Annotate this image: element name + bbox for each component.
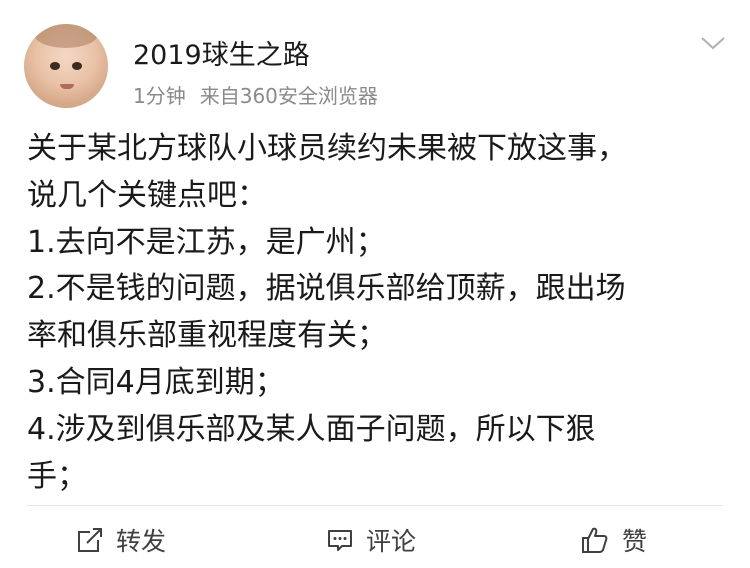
post-header: 2019球生之路 1分钟 来自360安全浏览器 [0, 0, 750, 120]
comment-icon [328, 530, 352, 551]
thumbs-up-icon [582, 527, 608, 553]
chevron-down-icon[interactable] [700, 34, 726, 52]
post-line: 1.去向不是江苏，是广州； [27, 224, 386, 260]
post-line: 4.涉及到俱乐部及某人面子问题，所以下狠 [27, 411, 596, 447]
avatar[interactable] [24, 24, 108, 108]
post-body: 关于某北方球队小球员续约未果被下放这事， 说几个关键点吧： 1.去向不是江苏，是… [27, 126, 727, 500]
post-line: 说几个关键点吧： [27, 177, 267, 213]
post-line: 率和俱乐部重视程度有关； [27, 318, 387, 354]
post-meta: 1分钟 来自360安全浏览器 [133, 80, 378, 109]
post-source: 来自360安全浏览器 [199, 84, 378, 108]
username[interactable]: 2019球生之路 [133, 33, 310, 72]
comment-button[interactable]: 评论 [326, 522, 416, 558]
action-bar: 转发 评论 赞 [0, 518, 750, 562]
repost-button[interactable]: 转发 [76, 522, 166, 558]
post-line: 手； [27, 458, 87, 494]
post-line: 关于某北方球队小球员续约未果被下放这事， [27, 131, 627, 166]
repost-label: 转发 [116, 527, 167, 556]
divider [27, 505, 723, 506]
post-line: 3.合同4月底到期； [27, 364, 285, 400]
comment-label: 评论 [366, 527, 417, 556]
repost-icon [78, 528, 102, 552]
post-line: 2.不是钱的问题，据说俱乐部给顶薪，跟出场 [27, 271, 626, 307]
post-time: 1分钟 [133, 84, 186, 108]
like-label: 赞 [622, 527, 648, 556]
like-button[interactable]: 赞 [580, 522, 647, 558]
